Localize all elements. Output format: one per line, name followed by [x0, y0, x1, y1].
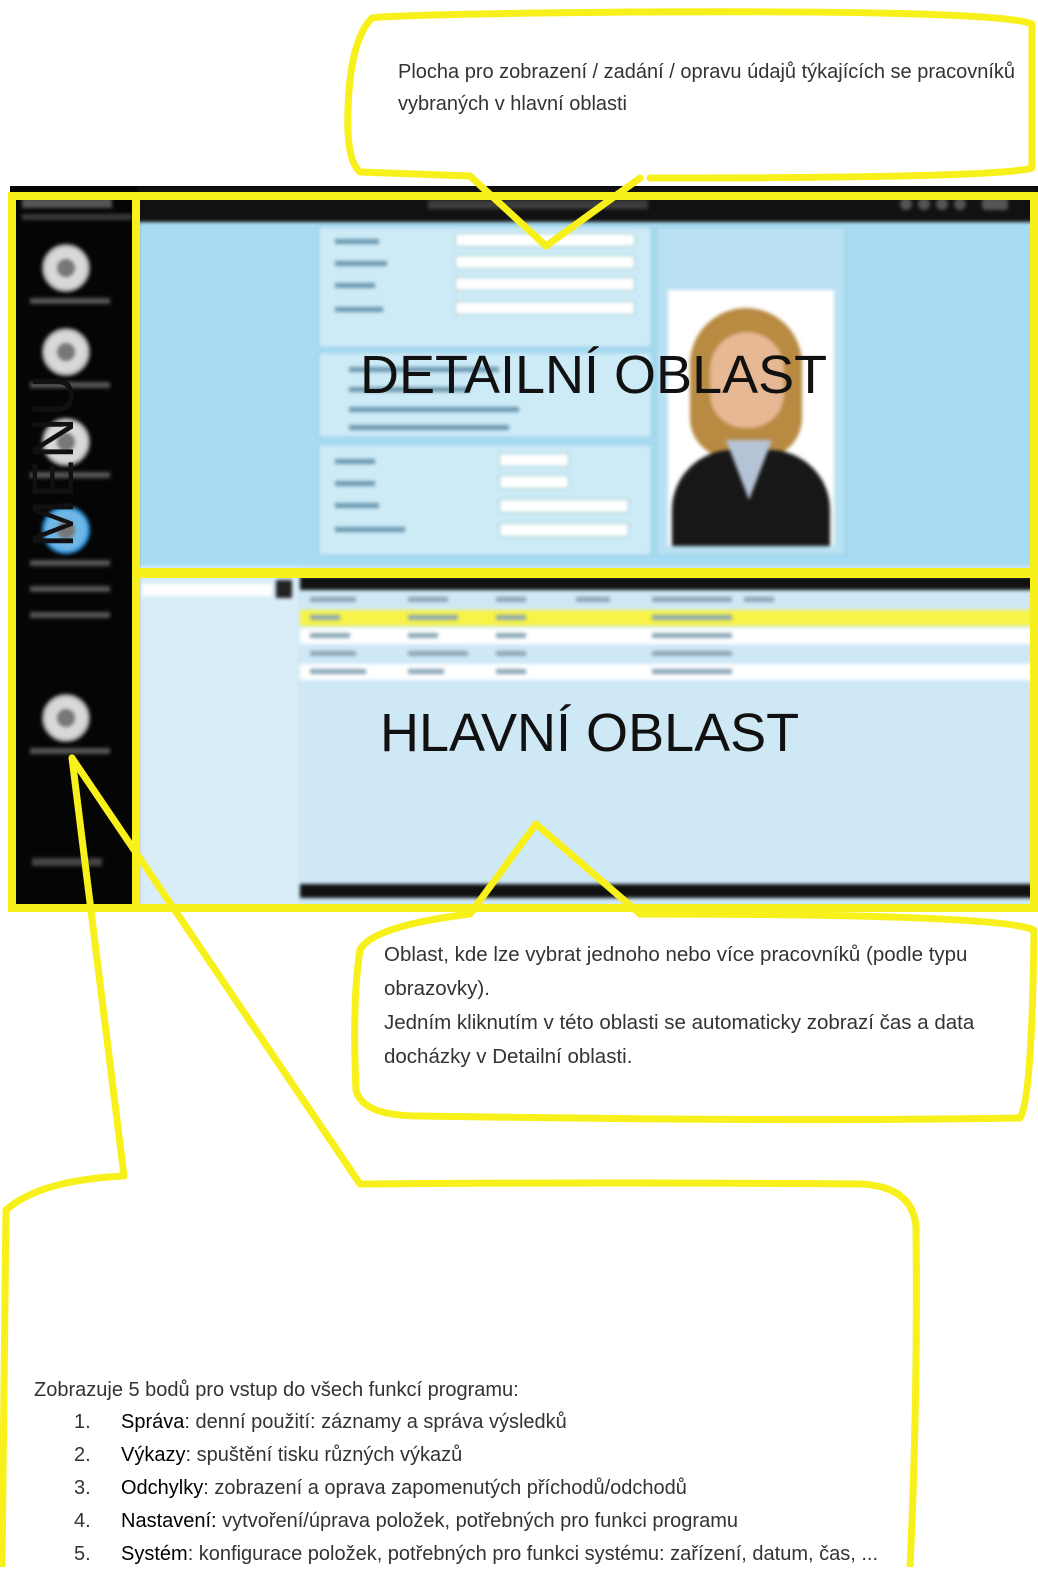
list-item: 4. Nastavení: vytvoření/úprava položek, p… — [34, 1506, 884, 1536]
detail-callout-paragraph: Plocha pro zobrazení / zadání / opravu ú… — [398, 61, 1016, 115]
callout-shapes — [0, 8, 1038, 1567]
list-item-term: Správa — [121, 1411, 185, 1433]
main-callout-text: Oblast, kde lze vybrat jednoho nebo více… — [384, 938, 1024, 1074]
detail-area-label: DETAILNÍ OBLAST — [360, 345, 828, 405]
menu-functions-list: 1. Správa: denní použití: záznamy a správ… — [34, 1407, 884, 1569]
main-callout-paragraph-2: Jedním kliknutím v této oblasti se autom… — [384, 1011, 975, 1068]
list-item-text: : zobrazení a oprava zapomenutých přícho… — [203, 1477, 687, 1499]
list-item-term: Výkazy — [121, 1444, 186, 1466]
main-area-label: HLAVNÍ OBLAST — [380, 703, 800, 763]
list-item-term: Nastavení: — [121, 1510, 217, 1532]
list-item-number: 3. — [74, 1477, 91, 1499]
list-item-text: : spuštění tisku různých výkazů — [185, 1444, 463, 1466]
list-item-text: : denní použití: záznamy a správa výsled… — [184, 1411, 567, 1433]
list-item-text: : konfigurace položek, potřebných pro fu… — [187, 1543, 879, 1565]
list-item-number: 4. — [74, 1510, 91, 1532]
menu-callout-text: Zobrazuje 5 bodů pro vstup do všech funk… — [34, 1375, 884, 1572]
list-item-number: 5. — [74, 1543, 91, 1565]
list-item: 5. Systém: konfigurace položek, potřebnýc… — [34, 1539, 884, 1569]
detail-callout-pointer — [466, 172, 644, 250]
menu-label: MENU — [21, 373, 86, 548]
list-item: 1. Správa: denní použití: záznamy a správ… — [34, 1407, 884, 1437]
list-item-number: 2. — [74, 1444, 91, 1466]
list-item: 3. Odchylky: zobrazení a oprava zapomenut… — [34, 1473, 884, 1503]
list-item: 2. Výkazy: spuštění tisku různých výkazů — [34, 1440, 884, 1470]
menu-callout-intro: Zobrazuje 5 bodů pro vstup do všech funk… — [34, 1379, 519, 1401]
main-callout-paragraph-1: Oblast, kde lze vybrat jednoho nebo více… — [384, 943, 968, 1000]
list-item-term: Odchylky — [121, 1477, 204, 1499]
list-item-number: 1. — [74, 1411, 91, 1433]
detail-callout-text: Plocha pro zobrazení / zadání / opravu ú… — [398, 56, 1018, 120]
list-item-term: Systém — [121, 1543, 188, 1565]
list-item-text: vytvoření/úprava položek, potřebných pro… — [216, 1510, 738, 1532]
main-callout-pointer — [466, 820, 644, 918]
